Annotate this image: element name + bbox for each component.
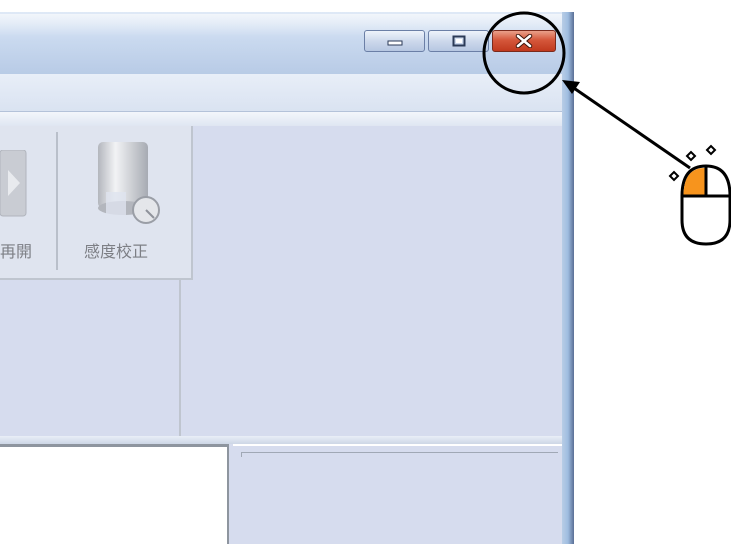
title-bar[interactable]	[0, 12, 562, 74]
splitter[interactable]	[0, 436, 562, 444]
play-icon	[0, 150, 27, 217]
toolbar-label-calibration: 感度校正	[84, 242, 149, 261]
close-icon	[515, 34, 533, 48]
minimize-button[interactable]	[364, 30, 425, 52]
app-window: 再開 感度校正	[0, 12, 570, 544]
output-area[interactable]	[0, 444, 229, 544]
toolbar-button-resume[interactable]: 再開	[0, 126, 56, 276]
calibration-icon	[98, 142, 160, 224]
toolbar-strip	[0, 112, 562, 127]
menu-bar	[0, 74, 562, 112]
main-panel-left	[0, 280, 181, 440]
main-panel-right	[193, 126, 562, 440]
maximize-icon	[452, 35, 465, 47]
toolbar-label-resume: 再開	[0, 242, 33, 261]
toolbar: 再開 感度校正	[0, 126, 193, 280]
toolbar-button-calibration[interactable]: 感度校正	[64, 126, 190, 276]
maximize-button[interactable]	[428, 30, 489, 52]
toolbar-separator	[56, 132, 58, 270]
minimize-icon	[387, 40, 402, 46]
window-frame-right	[562, 12, 574, 544]
close-button[interactable]	[492, 30, 556, 52]
mouse-left-click-icon	[668, 144, 731, 246]
side-panel	[233, 444, 562, 544]
pointer-arrow	[562, 80, 691, 170]
